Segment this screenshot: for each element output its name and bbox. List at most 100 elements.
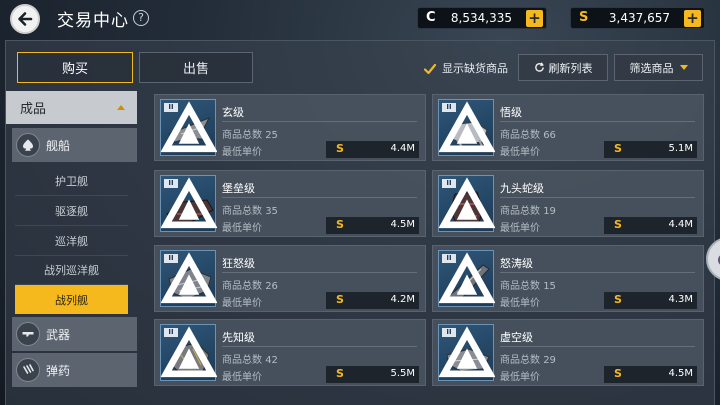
ship-name: 悟级 — [500, 106, 522, 119]
rank-triangle-icon — [161, 101, 217, 153]
sidebar-item-label: 武器 — [46, 327, 71, 342]
ship-card[interactable]: II 虚空级 商品总数 29 最低单价 S 4.5M — [432, 319, 704, 386]
ship-name: 狂怒级 — [222, 257, 255, 270]
item-count-value: 66 — [543, 130, 556, 141]
tab-sell[interactable]: 出售 — [139, 52, 253, 83]
sidebar-item-ships[interactable]: 舰船 — [12, 128, 137, 162]
divider — [222, 121, 417, 122]
item-count-label: 商品总数 — [222, 206, 262, 217]
currency-s-display: S 3,437,657 + — [570, 7, 705, 29]
page-title: 交易中心 — [57, 11, 129, 31]
refresh-list-button[interactable]: 刷新列表 — [518, 54, 608, 81]
item-count-value: 26 — [265, 281, 278, 292]
lowest-price-label: 最低单价 — [222, 298, 262, 309]
item-count-label: 商品总数 — [222, 130, 262, 141]
category-header[interactable]: 成品 — [6, 91, 137, 124]
lowest-price: S 4.2M — [326, 292, 419, 309]
add-currency-c-button[interactable]: + — [526, 10, 543, 27]
lowest-price-label: 最低单价 — [222, 223, 262, 234]
sidebar-item-label: 舰船 — [46, 138, 71, 153]
rank-triangle-icon — [161, 252, 217, 304]
lowest-price-value: 5.5M — [390, 368, 415, 379]
divider — [222, 346, 417, 347]
tab-buy[interactable]: 购买 — [17, 52, 133, 83]
s-currency-icon: S — [336, 218, 344, 231]
ship-thumbnail: II — [438, 250, 495, 307]
ship-card[interactable]: II 堡垒级 商品总数 35 最低单价 S 4.5M — [154, 170, 426, 237]
sidebar-item-ammo[interactable]: 弹药 — [12, 353, 137, 387]
ammo-icon — [16, 358, 40, 382]
s-currency-icon: S — [614, 142, 622, 155]
ship-card[interactable]: II 玄级商品总数 25 最低单价 S 4.4M — [154, 94, 426, 161]
sidebar-subitem-battleship[interactable]: 战列舰 — [15, 285, 128, 314]
sidebar-subitem-battlecruiser[interactable]: 战列巡洋舰 — [15, 256, 128, 285]
ship-thumbnail: II — [438, 324, 495, 381]
item-count: 商品总数 15 — [500, 277, 556, 292]
s-currency-icon: S — [336, 293, 344, 306]
ship-card[interactable]: II 先知级 商品总数 42 最低单价 S 5.5M — [154, 319, 426, 386]
sidebar-item-weapons[interactable]: 武器 — [12, 317, 137, 351]
item-count: 商品总数 66 — [500, 126, 556, 141]
sidebar-subitem-destroyer[interactable]: 驱逐舰 — [15, 197, 128, 226]
add-currency-s-button[interactable]: + — [684, 10, 701, 27]
currency-s-value: 3,437,657 — [608, 11, 670, 25]
sidebar-item-label: 弹药 — [46, 363, 71, 378]
filter-label: 筛选商品 — [629, 61, 674, 75]
lowest-price: S 4.4M — [326, 141, 419, 158]
divider — [222, 272, 417, 273]
item-count: 商品总数 26 — [222, 277, 278, 292]
lowest-price-label: 最低单价 — [500, 372, 540, 383]
lowest-price: S 4.4M — [604, 217, 697, 234]
ship-card[interactable]: II 悟级 商品总数 66 最低单价 S 5.1M — [432, 94, 704, 161]
lowest-price-value: 4.5M — [668, 368, 693, 379]
s-currency-icon: S — [614, 218, 622, 231]
ship-card[interactable]: II 狂怒级 商品总数 26 最低单价 S 4.2M — [154, 245, 426, 312]
lowest-price: S 4.5M — [604, 366, 697, 383]
ship-thumbnail: II — [160, 99, 217, 156]
checkbox-checked-icon[interactable] — [423, 61, 437, 75]
ship-thumbnail: II — [160, 175, 217, 232]
ship-card[interactable]: II 九头蛇级 商品总数 19 最低单价 S 4.4M — [432, 170, 704, 237]
s-currency-icon: S — [336, 367, 344, 380]
lowest-price: S 5.1M — [604, 141, 697, 158]
lowest-price-value: 5.1M — [668, 143, 693, 154]
arrow-left-icon — [18, 12, 33, 26]
refresh-icon — [534, 62, 544, 72]
item-count-label: 商品总数 — [500, 206, 540, 217]
s-currency-icon: S — [614, 367, 622, 380]
rank-triangle-icon — [439, 252, 495, 304]
caret-down-icon — [679, 65, 688, 70]
spade-icon — [16, 133, 40, 157]
lowest-price: S 4.3M — [604, 292, 697, 309]
ship-card[interactable]: II 怒涛级 商品总数 15 最低单价 S 4.3M — [432, 245, 704, 312]
item-count: 商品总数 35 — [222, 202, 278, 217]
ship-name: 堡垒级 — [222, 182, 255, 195]
item-count-value: 25 — [265, 130, 278, 141]
ship-name: 玄级 — [222, 106, 244, 119]
sidebar-subitem-frigate[interactable]: 护卫舰 — [15, 167, 128, 196]
refresh-label: 刷新列表 — [548, 61, 593, 75]
top-bar: 交易中心 ? C 8,534,335 + S 3,437,657 + — [0, 0, 720, 36]
item-count-label: 商品总数 — [500, 130, 540, 141]
lowest-price-label: 最低单价 — [500, 147, 540, 158]
divider — [222, 197, 417, 198]
gun-icon — [16, 322, 40, 346]
lowest-price-value: 4.3M — [668, 294, 693, 305]
rank-triangle-icon — [161, 177, 217, 229]
currency-s-symbol: S — [579, 10, 589, 25]
lowest-price-label: 最低单价 — [222, 147, 262, 158]
lowest-price-value: 4.4M — [390, 143, 415, 154]
divider — [500, 121, 695, 122]
divider — [500, 272, 695, 273]
filter-items-dropdown[interactable]: 筛选商品 — [614, 54, 703, 81]
sidebar-subitem-cruiser[interactable]: 巡洋舰 — [15, 227, 128, 256]
back-button[interactable] — [10, 4, 40, 34]
s-currency-icon: S — [336, 142, 344, 155]
item-count: 商品总数 19 — [500, 202, 556, 217]
help-icon[interactable]: ? — [133, 10, 149, 26]
lowest-price-value: 4.2M — [390, 294, 415, 305]
show-missing-label: 显示缺货商品 — [442, 62, 508, 75]
item-count-value: 42 — [265, 355, 278, 366]
show-missing-toggle[interactable]: 显示缺货商品 — [423, 59, 508, 77]
ship-name: 先知级 — [222, 331, 255, 344]
